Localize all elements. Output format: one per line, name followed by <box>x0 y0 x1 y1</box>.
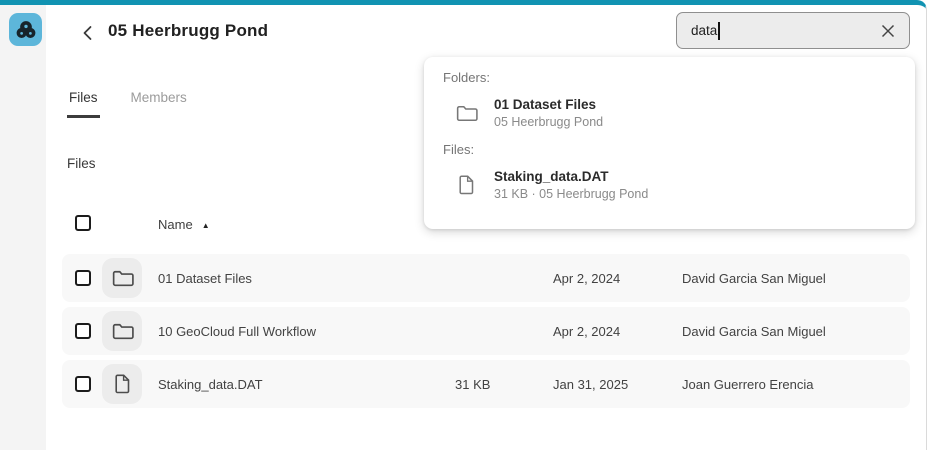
file-size: 31 KB <box>455 377 490 392</box>
table-row[interactable]: 10 GeoCloud Full Workflow Apr 2, 2024 Da… <box>62 307 910 355</box>
tab-bar: Files Members <box>67 90 189 118</box>
tab-files[interactable]: Files <box>67 90 100 118</box>
folders-section-label: Folders: <box>443 70 895 85</box>
app-sidebar <box>0 5 46 450</box>
folder-icon <box>110 319 135 344</box>
files-section-label: Files: <box>443 142 895 157</box>
search-input[interactable]: data <box>676 12 910 49</box>
clear-search-button[interactable] <box>880 23 896 39</box>
search-results-dropdown: Folders: 01 Dataset Files 05 Heerbrugg P… <box>424 57 915 229</box>
search-result-folder[interactable]: 01 Dataset Files 05 Heerbrugg Pond <box>453 97 895 129</box>
sort-ascending-icon[interactable]: ▲ <box>202 221 210 230</box>
back-button[interactable] <box>79 24 97 42</box>
row-checkbox[interactable] <box>75 376 91 392</box>
file-name[interactable]: 10 GeoCloud Full Workflow <box>158 324 316 339</box>
tab-members[interactable]: Members <box>129 90 189 118</box>
file-owner: David Garcia San Miguel <box>682 324 826 339</box>
files-section-heading: Files <box>67 156 96 171</box>
file-list: 01 Dataset Files Apr 2, 2024 David Garci… <box>62 254 910 413</box>
file-owner: Joan Guerrero Erencia <box>682 377 814 392</box>
file-date: Apr 2, 2024 <box>553 271 620 286</box>
app-logo[interactable] <box>9 13 42 46</box>
row-checkbox[interactable] <box>75 323 91 339</box>
file-owner: David Garcia San Miguel <box>682 271 826 286</box>
result-title: 01 Dataset Files <box>494 97 603 112</box>
file-name[interactable]: Staking_data.DAT <box>158 377 263 392</box>
folder-icon <box>453 100 479 126</box>
search-input-value: data <box>691 23 717 38</box>
row-checkbox[interactable] <box>75 270 91 286</box>
page-title: 05 Heerbrugg Pond <box>108 21 268 41</box>
table-row[interactable]: Staking_data.DAT 31 KB Jan 31, 2025 Joan… <box>62 360 910 408</box>
row-icon-container <box>102 258 142 298</box>
file-icon <box>453 172 479 198</box>
file-icon <box>110 372 134 396</box>
file-date: Apr 2, 2024 <box>553 324 620 339</box>
name-column-header[interactable]: Name▲ <box>158 217 210 232</box>
geocloud-logo-icon <box>13 17 39 43</box>
result-subtitle: 31 KB · 05 Heerbrugg Pond <box>494 187 648 201</box>
folder-icon <box>110 266 135 291</box>
row-icon-container <box>102 311 142 351</box>
close-icon <box>880 23 896 39</box>
row-icon-container <box>102 364 142 404</box>
table-row[interactable]: 01 Dataset Files Apr 2, 2024 David Garci… <box>62 254 910 302</box>
file-date: Jan 31, 2025 <box>553 377 628 392</box>
result-subtitle: 05 Heerbrugg Pond <box>494 115 603 129</box>
search-result-file[interactable]: Staking_data.DAT 31 KB · 05 Heerbrugg Po… <box>453 169 895 201</box>
select-all-checkbox[interactable] <box>75 215 91 231</box>
chevron-left-icon <box>79 24 97 42</box>
file-name[interactable]: 01 Dataset Files <box>158 271 252 286</box>
result-title: Staking_data.DAT <box>494 169 648 184</box>
text-cursor <box>718 22 720 40</box>
